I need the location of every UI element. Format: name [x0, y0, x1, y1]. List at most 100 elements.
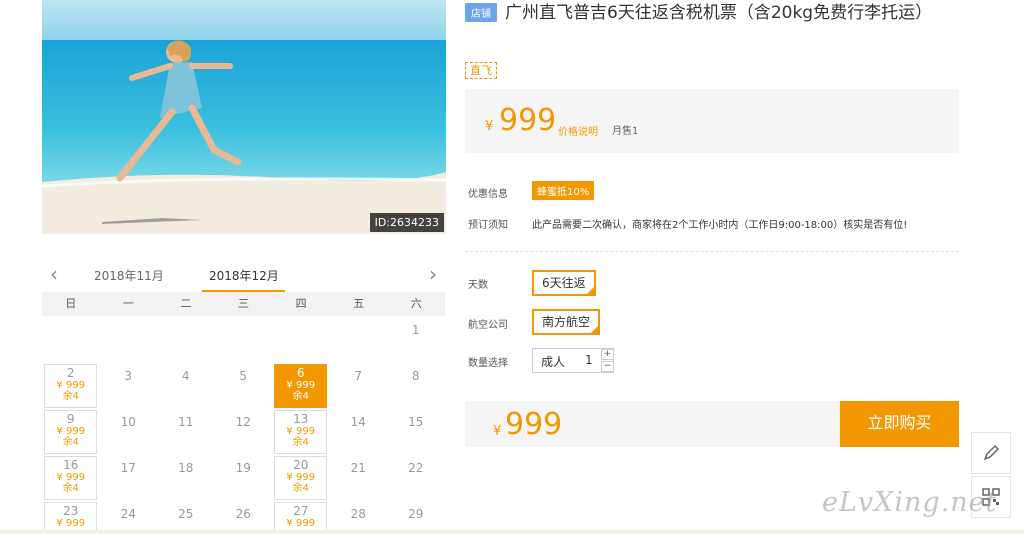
- day-price: ¥ 999: [56, 472, 86, 483]
- chevron-right-icon[interactable]: ›: [425, 264, 441, 284]
- direct-flight-tag: 直飞: [465, 62, 497, 79]
- calendar-day[interactable]: 16 ¥ 999 余4: [44, 456, 98, 500]
- product-hero-image: ID:2634233: [42, 0, 446, 234]
- feedback-button[interactable]: [971, 432, 1011, 474]
- day-number: 13: [293, 412, 309, 426]
- calendar-day: 8: [389, 364, 442, 408]
- calendar-day: 7: [332, 364, 385, 408]
- watermark: eLvXing.net: [822, 487, 998, 518]
- weekday-label: 三: [238, 297, 250, 310]
- buy-now-button[interactable]: 立即购买: [840, 401, 959, 447]
- day-remaining: 余4: [62, 483, 79, 494]
- day-price: ¥ 999: [286, 472, 316, 483]
- increment-button[interactable]: +: [601, 349, 614, 360]
- traveler-type: 成人: [541, 355, 566, 369]
- notice-text: 此产品需要二次确认，商家将在2个工作小时内（工作日9:00-18:00）核实是否…: [532, 220, 908, 231]
- day-remaining: 余4: [62, 391, 79, 402]
- price-panel: ¥ 999 价格说明 月售1: [465, 89, 959, 153]
- pencil-icon: [983, 444, 1000, 461]
- calendar-day[interactable]: 2 ¥ 999 余4: [44, 364, 98, 408]
- day-number: 17: [120, 461, 136, 475]
- day-number: 24: [120, 507, 136, 521]
- product-title: 广州直飞普吉6天往返含税机票（含20kg免费行李托运）: [505, 3, 933, 23]
- decrement-button[interactable]: −: [601, 361, 614, 372]
- price-note-link[interactable]: 价格说明: [558, 123, 598, 138]
- tab-prev-month[interactable]: 2018年11月: [94, 267, 164, 284]
- day-number: 28: [350, 507, 366, 521]
- day-number: 1: [411, 323, 420, 337]
- price-value: 999: [499, 103, 557, 138]
- calendar-day: 4: [159, 364, 212, 408]
- calendar-day: 14: [332, 410, 385, 454]
- calendar-day[interactable]: 20 ¥ 999 余4: [274, 456, 328, 500]
- weekday-label: 四: [295, 297, 307, 310]
- currency-symbol: ¥: [485, 119, 494, 134]
- total-price: 999: [505, 407, 563, 442]
- day-number: 21: [350, 461, 366, 475]
- airline-option[interactable]: 南方航空: [532, 309, 601, 335]
- day-number: 12: [235, 415, 251, 429]
- quantity-value[interactable]: 1: [585, 353, 593, 367]
- day-price: ¥ 999: [56, 518, 86, 529]
- promo-label: 优惠信息: [468, 189, 508, 200]
- day-number: 14: [350, 415, 366, 429]
- day-price: ¥ 999: [56, 380, 86, 391]
- day-remaining: 余4: [292, 483, 309, 494]
- day-number: 5: [239, 369, 248, 383]
- day-remaining: 余4: [292, 437, 309, 448]
- notice-label: 预订须知: [468, 220, 508, 231]
- day-number: 20: [293, 458, 309, 472]
- day-remaining: 余4: [292, 391, 309, 402]
- calendar-weekday-header: 日 一 二 三 四 五 六: [42, 292, 445, 316]
- day-number: 27: [293, 504, 309, 518]
- day-number: 16: [63, 458, 79, 472]
- day-number: 7: [354, 369, 363, 383]
- days-label: 天数: [468, 280, 488, 291]
- promo-tag: 蜂蜜抵10%: [532, 181, 595, 200]
- day-number: 15: [408, 415, 424, 429]
- day-number: 18: [178, 461, 194, 475]
- image-id-label: ID:2634233: [369, 213, 444, 232]
- calendar-day[interactable]: 6 ¥ 999 余4: [274, 364, 328, 408]
- total-price-bar: ¥ 999: [465, 401, 840, 447]
- divider: [465, 251, 959, 252]
- calendar-day: 19: [217, 456, 270, 500]
- days-option[interactable]: 6天往返: [532, 270, 596, 296]
- calendar-day: 5: [217, 364, 270, 408]
- day-number: 6: [296, 366, 305, 380]
- quantity-label: 数量选择: [468, 358, 508, 369]
- currency-symbol: ¥: [493, 424, 502, 439]
- calendar-day: 22: [389, 456, 442, 500]
- day-number: 8: [411, 369, 420, 383]
- calendar-day: 17: [102, 456, 155, 500]
- chevron-left-icon[interactable]: ‹: [46, 264, 62, 284]
- calendar-day: 18: [159, 456, 212, 500]
- calendar-day[interactable]: 13 ¥ 999 余4: [274, 410, 328, 454]
- calendar-day[interactable]: 9 ¥ 999 余4: [44, 410, 98, 454]
- calendar-nav: ‹ 2018年11月 2018年12月 ›: [42, 258, 445, 294]
- day-number: 26: [235, 507, 251, 521]
- day-number: 29: [408, 507, 424, 521]
- day-price: ¥ 999: [286, 426, 316, 437]
- tab-current-month[interactable]: 2018年12月: [209, 267, 279, 284]
- day-number: 2: [66, 366, 75, 380]
- page-bottom-strip: [0, 530, 1024, 534]
- day-number: 3: [124, 369, 133, 383]
- calendar-day: 21: [332, 456, 385, 500]
- day-price: ¥ 999: [286, 518, 316, 529]
- day-number: 23: [63, 504, 79, 518]
- day-price: ¥ 999: [286, 380, 316, 391]
- calendar-day: 15: [389, 410, 442, 454]
- weekday-label: 日: [65, 297, 77, 310]
- calendar-day: 11: [159, 410, 212, 454]
- shop-badge[interactable]: 店铺: [465, 3, 497, 22]
- calendar-day: 10: [102, 410, 155, 454]
- day-remaining: 余4: [62, 437, 79, 448]
- weekday-label: 五: [353, 297, 365, 310]
- day-number: 9: [66, 412, 75, 426]
- calendar-day: 3: [102, 364, 155, 408]
- calendar-day: 1: [389, 318, 442, 362]
- day-number: 19: [235, 461, 251, 475]
- day-number: 11: [178, 415, 194, 429]
- day-number: 4: [181, 369, 190, 383]
